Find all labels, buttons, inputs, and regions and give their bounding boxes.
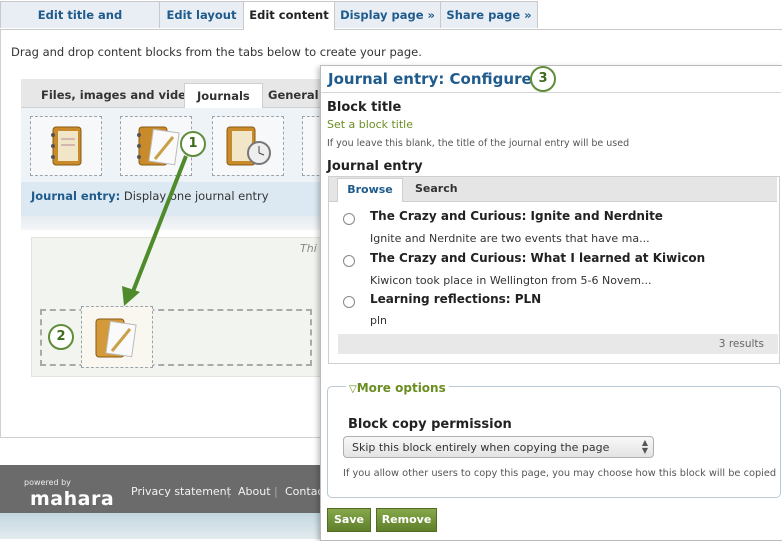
footer-separator: | bbox=[227, 485, 231, 498]
footer-link-about[interactable]: About bbox=[238, 485, 271, 498]
more-options-toggle[interactable]: ▽More options bbox=[346, 381, 449, 395]
entry-excerpt-2: Kiwicon took place in Wellington from 5-… bbox=[370, 274, 652, 287]
triangle-down-icon: ▽ bbox=[349, 384, 357, 395]
entry-title-3: Learning reflections: PLN bbox=[370, 292, 542, 306]
footer-separator: | bbox=[274, 485, 278, 498]
tab-browse[interactable]: Browse bbox=[337, 178, 403, 202]
marker-3: 3 bbox=[530, 66, 556, 92]
select-arrows-icon: ▲ ▼ bbox=[641, 438, 648, 455]
journal-entry-label: Journal entry bbox=[327, 159, 423, 174]
panel-divider bbox=[321, 92, 781, 93]
entry-excerpt-1: Ignite and Nerdnite are two events that … bbox=[370, 232, 650, 245]
tab-search[interactable]: Search bbox=[415, 178, 458, 201]
results-count: 3 results bbox=[338, 334, 778, 354]
powered-by-text: powered by bbox=[24, 478, 71, 487]
remove-button[interactable]: Remove bbox=[376, 508, 437, 532]
mahara-logo[interactable]: mahara bbox=[30, 488, 114, 510]
entry-title-2: The Crazy and Curious: What I learned at… bbox=[370, 251, 706, 265]
block-title-label: Block title bbox=[327, 100, 402, 115]
entry-radio-2[interactable] bbox=[343, 255, 355, 267]
marker-2: 2 bbox=[48, 324, 74, 350]
copy-permission-hint: If you allow other users to copy this pa… bbox=[343, 468, 777, 479]
entry-radio-3[interactable] bbox=[343, 296, 355, 308]
save-button[interactable]: Save bbox=[327, 508, 371, 532]
set-block-title-link[interactable]: Set a block title bbox=[327, 118, 413, 131]
copy-permission-select[interactable]: Skip this block entirely when copying th… bbox=[343, 436, 654, 458]
entry-excerpt-3: pln bbox=[370, 314, 388, 327]
entry-title-1: The Crazy and Curious: Ignite and Nerdni… bbox=[370, 209, 663, 223]
results-count-text: 3 results bbox=[718, 338, 764, 350]
copy-permission-label: Block copy permission bbox=[348, 417, 512, 432]
footer-link-contact[interactable]: Contac bbox=[285, 485, 323, 498]
footer-link-privacy[interactable]: Privacy statement bbox=[131, 485, 231, 498]
more-options-label: More options bbox=[356, 381, 446, 395]
panel-title: Journal entry: Configure bbox=[328, 70, 532, 88]
block-title-hint: If you leave this blank, the title of th… bbox=[327, 138, 630, 149]
marker-1: 1 bbox=[180, 131, 206, 157]
copy-permission-value: Skip this block entirely when copying th… bbox=[352, 441, 610, 454]
entry-radio-1[interactable] bbox=[343, 213, 355, 225]
